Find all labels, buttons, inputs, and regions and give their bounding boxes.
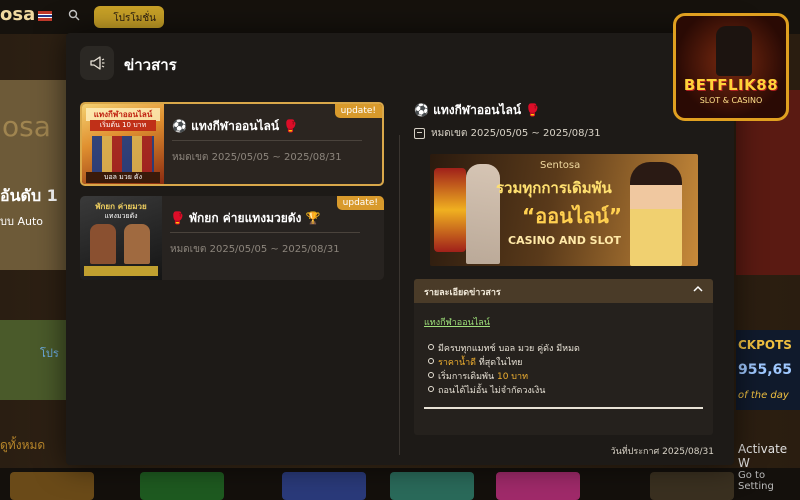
hero-text-rank: อันดับ 1: [0, 186, 58, 205]
news-card-boxing[interactable]: พักยก ค่ายมวย แทงมวยดัง update! 🥊 พักยก …: [80, 196, 384, 280]
thumb-boxer-image: [124, 224, 150, 264]
bullet-item: ราคาน้ำดี ที่สุดในไทย: [428, 355, 580, 369]
panel-divider: [399, 135, 400, 455]
promotion-button[interactable]: โปรโมชั่น: [94, 6, 164, 28]
announce-date: วันที่ประกาศ 2025/08/31: [610, 447, 714, 457]
game-tile[interactable]: [390, 472, 474, 500]
banner-logo: Sentosa: [540, 160, 581, 171]
game-tile[interactable]: [10, 472, 94, 500]
detail-link[interactable]: แทงกีฬาออนไลน์: [424, 315, 490, 329]
modal-header: ข่าวสาร: [66, 33, 734, 93]
hero-banner: osa อันดับ 1 บบ Auto: [0, 80, 70, 270]
brand-logo: BETFLIK88 SLOT & CASINO: [673, 13, 789, 121]
detail-banner-image: Sentosa รวมทุกการเดิมพัน “ออนไลน์” CASIN…: [430, 154, 698, 266]
helmet-icon: [716, 26, 752, 76]
megaphone-icon: [80, 46, 114, 80]
detail-bullet-list: มีครบทุกแมทช์ บอล มวย คู่ดัง มีหมด ราคาน…: [428, 341, 580, 397]
banner-headline-online: “ออนไลน์”: [522, 204, 622, 228]
accordion-header[interactable]: รายละเอียดข่าวสาร: [414, 279, 713, 303]
player-image: [466, 164, 500, 264]
see-all-link[interactable]: ดูทั้งหมด: [0, 436, 45, 455]
windows-activation-notice: Activate W Go to Setting: [738, 442, 800, 492]
detail-date: หมดเขต 2025/05/05 ~ 2025/08/31: [431, 128, 601, 139]
thumb-text: แทงมวยดัง: [104, 212, 138, 220]
search-icon[interactable]: [68, 9, 82, 23]
banner-headline: รวมทุกการเดิมพัน: [496, 179, 612, 197]
thumb-text: บอล มวย ดัง: [86, 172, 160, 183]
news-thumbnail: แทงกีฬาออนไลน์ เริ่มต้น 10 บาท บอล มวย ด…: [82, 104, 164, 184]
banner-subline: CASINO AND SLOT: [508, 234, 622, 247]
site-logo[interactable]: osa: [0, 4, 35, 25]
thai-flag-icon[interactable]: [38, 11, 52, 21]
chevron-up-icon[interactable]: [693, 284, 703, 297]
thumb-players-image: [92, 136, 154, 172]
update-badge: update!: [334, 104, 382, 118]
update-badge: update!: [336, 196, 384, 210]
promo-banner-text: โปร: [40, 347, 59, 360]
detail-date-row: หมดเขต 2025/05/05 ~ 2025/08/31: [414, 126, 601, 141]
promo-banner[interactable]: โปร: [0, 320, 70, 400]
game-tile[interactable]: [140, 472, 224, 500]
game-tile[interactable]: [496, 472, 580, 500]
modal-title: ข่าวสาร: [124, 56, 177, 74]
card-divider: [172, 140, 362, 141]
news-card-title: 🥊 พักยก ค่ายแทงมวยดัง 🏆: [170, 211, 321, 225]
news-thumbnail: พักยก ค่ายมวย แทงมวยดัง: [80, 196, 162, 280]
accordion-divider: [424, 407, 703, 409]
hero-text-auto: บบ Auto: [0, 215, 44, 228]
news-modal: ข่าวสาร แทงกีฬาออนไลน์ เริ่มต้น 10 บาท บ…: [66, 33, 734, 465]
game-tile[interactable]: [650, 472, 734, 500]
news-card-date: หมดเขต 2025/05/05 ~ 2025/08/31: [170, 244, 340, 255]
card-divider: [170, 232, 360, 233]
detail-accordion: รายละเอียดข่าวสาร แทงกีฬาออนไลน์ มีครบทุ…: [414, 279, 713, 435]
thumb-boxer-image: [90, 224, 116, 264]
thumb-text: เริ่มต้น 10 บาท: [90, 120, 156, 131]
news-card-sports[interactable]: แทงกีฬาออนไลน์ เริ่มต้น 10 บาท บอล มวย ด…: [80, 102, 384, 186]
thumb-footer: [84, 266, 158, 276]
brand-wordmark: BETFLIK88: [683, 76, 779, 94]
slot-machine-image: [434, 168, 466, 252]
bullet-item: ถอนได้ไม่อั้น ไม่จำกัดวงเงิน: [428, 383, 580, 397]
model-image: [630, 162, 682, 266]
accordion-title: รายละเอียดข่าวสาร: [424, 288, 501, 298]
hero-text-logo: osa: [2, 110, 51, 143]
bullet-item: เริ่มการเดิมพัน 10 บาท: [428, 369, 580, 383]
detail-title: ⚽ แทงกีฬาออนไลน์ 🥊: [414, 103, 541, 117]
brand-subtitle: SLOT & CASINO: [699, 96, 763, 105]
jackpot-panel: CKPOTS 955,65 of the day: [736, 330, 800, 410]
jackpot-sub: of the day: [738, 390, 789, 401]
news-card-title: ⚽ แทงกีฬาออนไลน์ 🥊: [172, 119, 299, 133]
activation-sub: Go to Setting: [738, 470, 774, 492]
jackpot-title: CKPOTS: [738, 338, 792, 352]
activation-title: Activate W: [738, 442, 788, 470]
game-tile[interactable]: [282, 472, 366, 500]
jackpot-value: 955,65: [738, 362, 793, 378]
bullet-item: มีครบทุกแมทช์ บอล มวย คู่ดัง มีหมด: [428, 341, 580, 355]
news-card-date: หมดเขต 2025/05/05 ~ 2025/08/31: [172, 152, 342, 163]
calendar-icon: [414, 128, 425, 139]
